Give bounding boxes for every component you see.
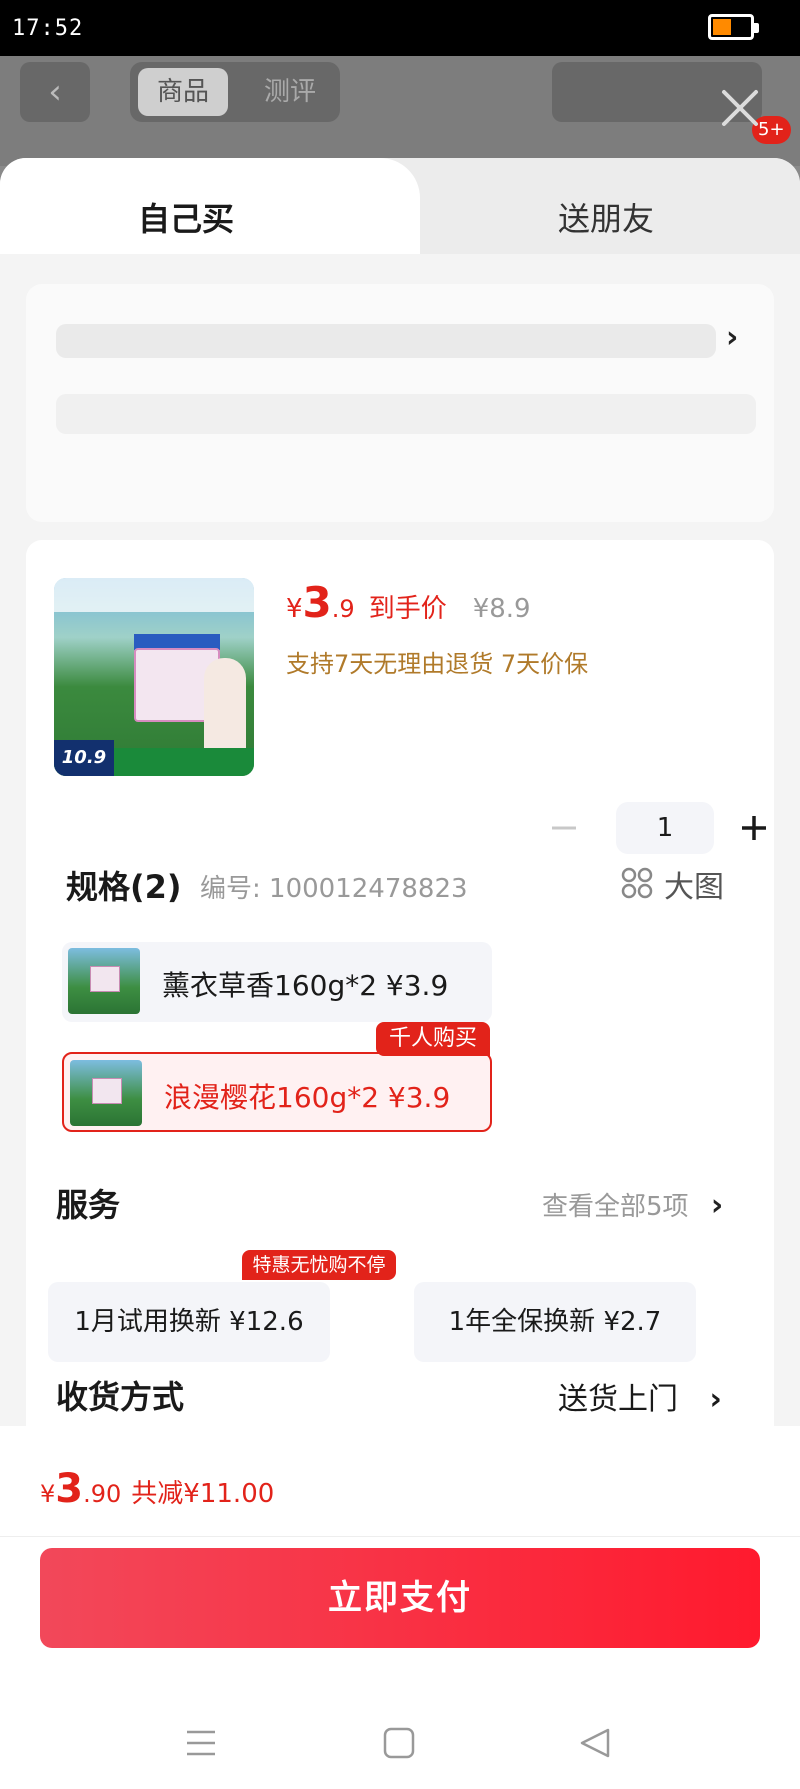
divider [0,1536,800,1537]
total-integer: 3 [55,1466,84,1512]
final-price-label: 到手价 [368,594,447,624]
checkout-bar: ¥3.90 共减¥11.00 立即支付 [0,1426,800,1789]
address-blur-2 [56,394,756,434]
guarantee-text: 支持7天无理由退货 7天价保 [286,650,589,678]
close-icon[interactable] [720,88,760,128]
variant-sakura[interactable]: 浪漫樱花160g*2 ¥3.9 [62,1052,492,1132]
tab-bar-bottom [0,254,800,284]
variant-label: 薰衣草香160g*2 ¥3.9 [162,969,449,1002]
quantity-input[interactable]: 1 [616,802,714,854]
minus-icon[interactable] [546,810,582,846]
background-tab-review: 测评 [263,77,316,107]
chevron-right-icon: › [710,1188,724,1223]
product-image[interactable]: 10.9 [54,578,254,776]
address-blur-1 [56,324,716,358]
service-view-all[interactable]: 查看全部5项 › [542,1186,723,1223]
product-image-price: 10.9 [54,740,114,776]
delivery-method[interactable]: 送货上门 › [558,1374,722,1418]
service-title: 服务 [56,1186,121,1224]
service-promo-tag: 特惠无忧购不停 [242,1250,396,1280]
tab-send-to-friend[interactable]: 送朋友 [558,194,654,240]
variant-thumbnail [70,1060,142,1126]
service-option-trial[interactable]: 1月试用换新 ¥12.6 [48,1282,330,1362]
service-option-warranty[interactable]: 1年全保换新 ¥2.7 [414,1282,696,1362]
system-nav-bar [0,1718,800,1778]
plus-icon[interactable] [736,810,772,846]
quantity-stepper: 1 [546,802,776,854]
tab-buy-for-self[interactable]: 自己买 [138,194,234,240]
variant-label: 浪漫樱花160g*2 ¥3.9 [164,1081,451,1114]
home-icon[interactable] [382,1726,416,1760]
status-time: 17:52 [12,16,84,41]
spec-title: 规格(2) [66,868,182,906]
grid-icon [621,867,653,899]
original-price: ¥8.9 [472,594,531,624]
big-image-label: 大图 [664,870,724,905]
spec-code: 编号: 100012478823 [200,874,468,904]
delivery-title: 收货方式 [56,1378,185,1416]
background-tab-product: 商品 [138,68,228,116]
service-view-all-label: 查看全部5项 [542,1192,689,1222]
variant-lavender[interactable]: 薰衣草香160g*2 ¥3.9 [62,942,492,1022]
menu-icon[interactable] [184,1726,218,1760]
price-decimal: .9 [331,595,355,623]
total-price: ¥3.90 共减¥11.00 [40,1466,274,1512]
address-card[interactable]: › [26,284,774,522]
variant-thumbnail [68,948,140,1014]
total-decimal: .90 [83,1480,122,1508]
status-bar: 17:52 [0,0,800,56]
price-integer: 3 [302,578,332,627]
pay-now-button[interactable]: 立即支付 [40,1548,760,1648]
chevron-right-icon: › [709,1382,722,1417]
address-chevron-icon: › [726,320,739,355]
price-currency: ¥ [286,594,303,624]
battery-icon [708,14,759,40]
back-triangle-icon[interactable] [578,1726,612,1760]
sheet-tab-bar: 自己买 送朋友 [0,158,800,284]
hot-sale-badge: 千人购买 [376,1022,490,1056]
delivery-method-label: 送货上门 [558,1382,678,1417]
back-icon: ‹ [20,62,90,122]
total-currency: ¥ [40,1480,56,1508]
price-row: ¥3.9 到手价 ¥8.9 [286,578,531,634]
total-savings: 共减¥11.00 [131,1479,275,1509]
